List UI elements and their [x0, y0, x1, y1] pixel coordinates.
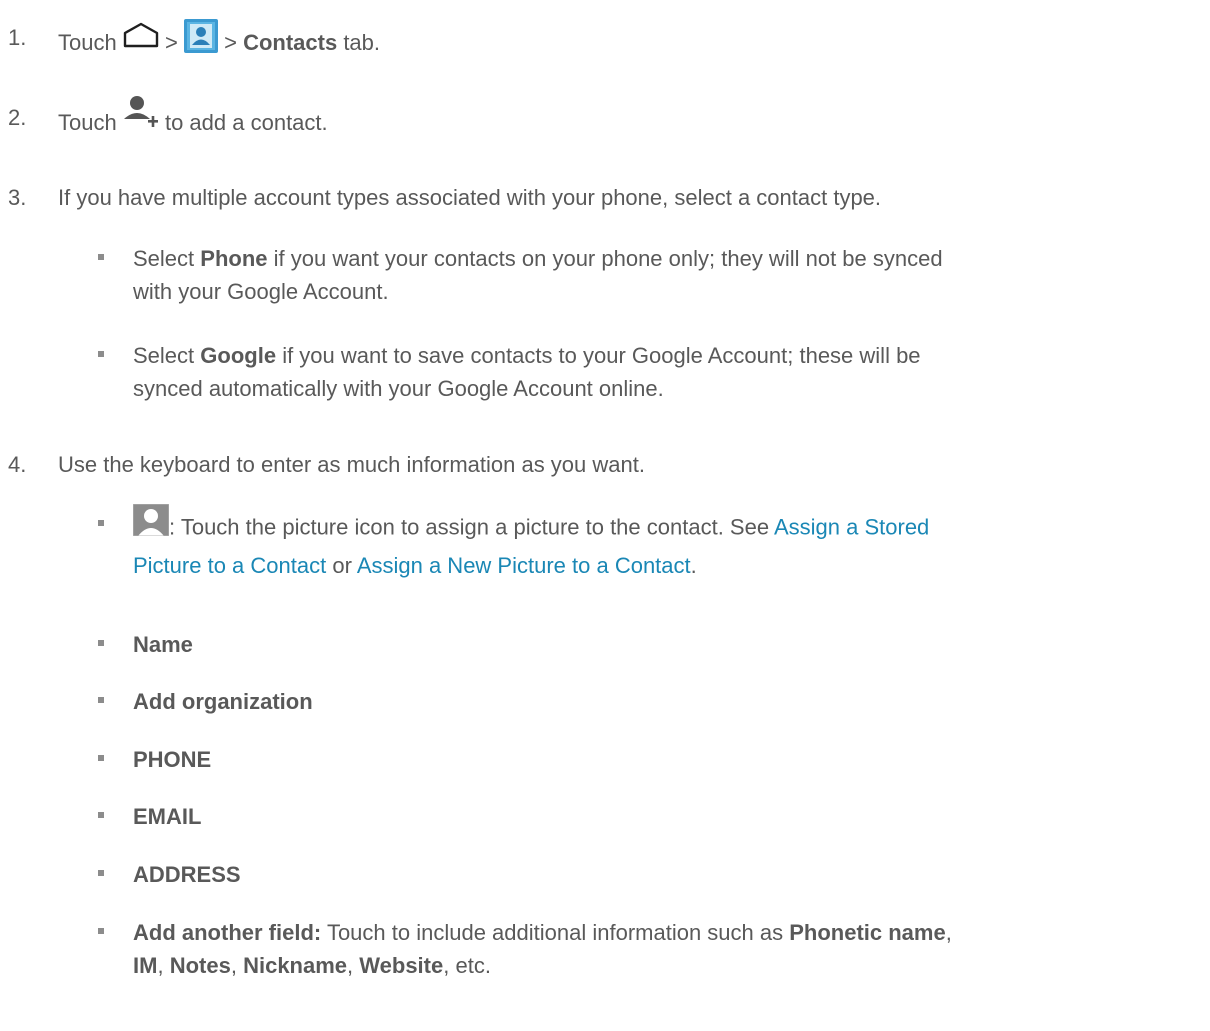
bullet-marker [98, 351, 104, 357]
contact-picture-icon [132, 503, 170, 545]
link-assign-new-picture[interactable]: Assign a New Picture to a Contact [357, 553, 691, 578]
list-item-text: Select Google if you want to save contac… [133, 343, 921, 401]
bullet-marker [98, 870, 104, 876]
step-text: Use the keyboard to enter as much inform… [58, 452, 645, 477]
list-item-text: PHONE [133, 747, 212, 772]
list-item-text: Add another field: Touch to include addi… [133, 920, 952, 978]
step-number: 3. [8, 185, 27, 210]
bullet-marker [98, 254, 104, 260]
list-item-text: Name [133, 632, 193, 657]
bullet-marker [98, 928, 104, 934]
step-number: 1. [8, 25, 27, 50]
step-text: Touch > > Contacts tab. [58, 19, 1200, 65]
bullet-marker [98, 520, 104, 526]
bullet-marker [98, 812, 104, 818]
step-text: Touch to add a contact. [58, 96, 1200, 145]
bullet-marker [98, 697, 104, 703]
list-item-text: : Touch the picture icon to assign a pic… [132, 503, 1194, 582]
list-item-text: Select Phone if you want your contacts o… [133, 246, 943, 304]
instructions-page: 1. Touch > > Contacts tab. 2. Touch to a… [0, 0, 1210, 1031]
step-number: 2. [8, 105, 27, 130]
list-item-text: EMAIL [133, 804, 202, 829]
contacts-app-icon [183, 19, 218, 61]
list-item-text: Add organization [133, 689, 313, 714]
step-text: If you have multiple account types assoc… [58, 185, 882, 210]
bullet-marker [98, 640, 104, 646]
step-number: 4. [8, 452, 27, 477]
home-icon [123, 22, 159, 56]
list-item-text: ADDRESS [133, 862, 241, 887]
add-contact-icon [123, 95, 159, 137]
bullet-marker [98, 755, 104, 761]
